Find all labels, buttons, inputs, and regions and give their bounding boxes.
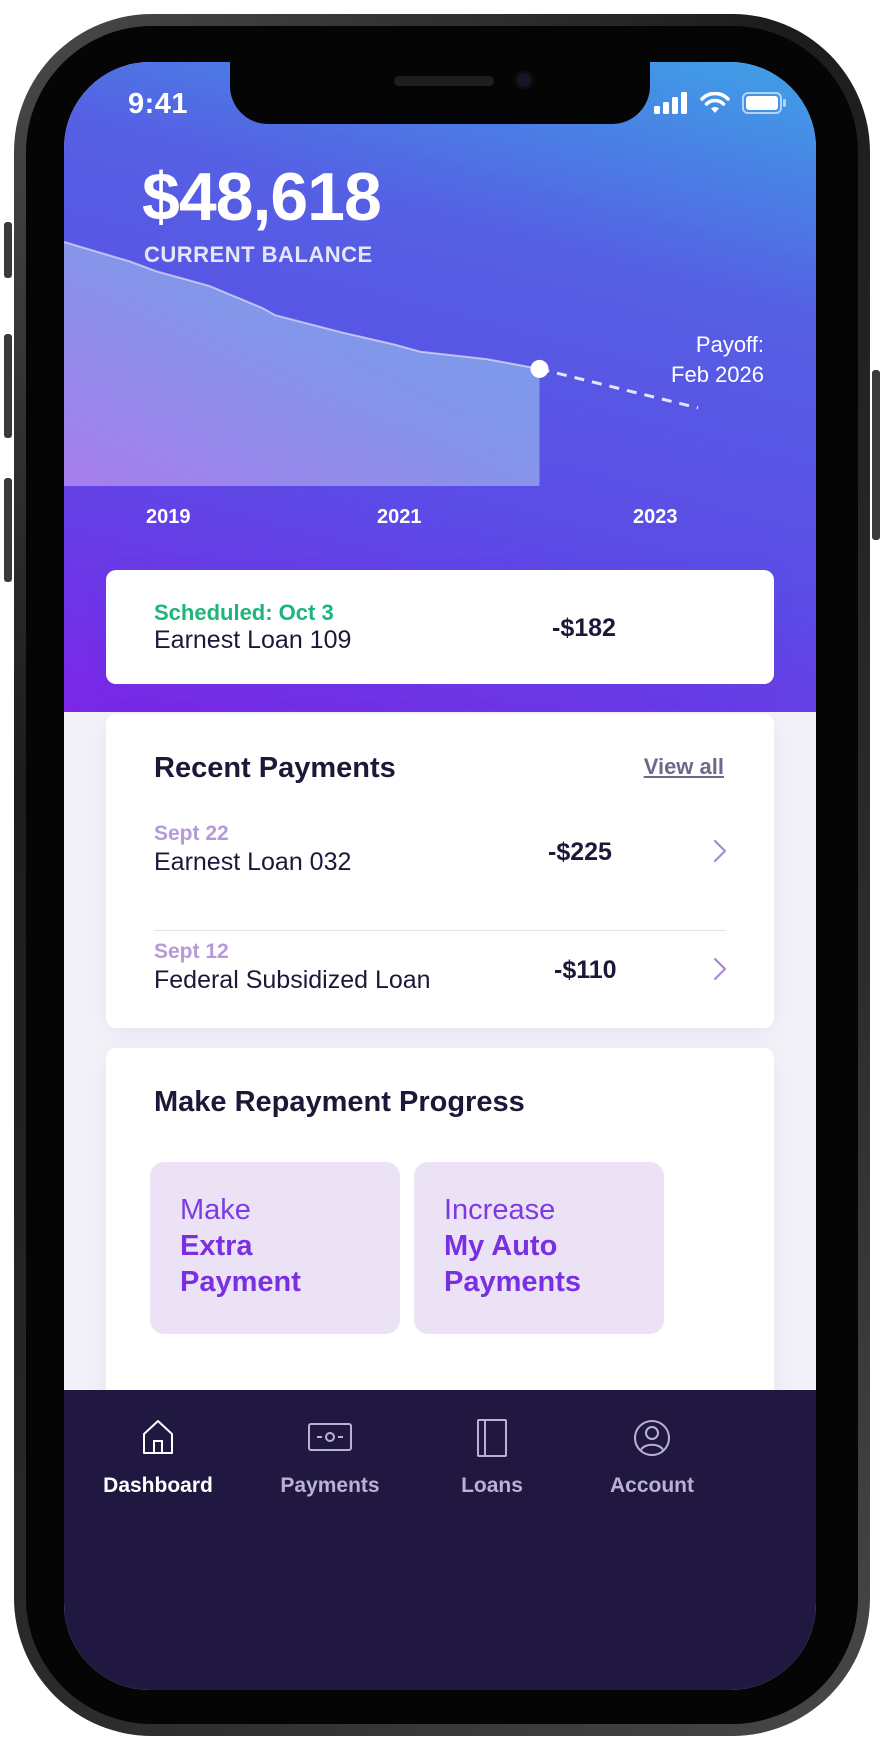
x-tick-2019: 2019 (146, 506, 191, 528)
payment-date: Sept 12 (154, 940, 229, 963)
tile-line-3: Payment (180, 1266, 301, 1298)
volume-down-button (4, 478, 12, 582)
tile-line-3: Payments (444, 1266, 582, 1298)
phone-notch (230, 62, 650, 124)
balance-label: CURRENT BALANCE (144, 242, 373, 267)
view-all-link[interactable]: View all (644, 754, 724, 780)
increase-auto-payments-button[interactable]: Increase My Auto Payments (414, 1162, 664, 1334)
tile-line-2: My Auto (444, 1230, 558, 1262)
balance-area (64, 242, 540, 486)
scheduled-loan-name: Earnest Loan 109 (154, 626, 352, 654)
status-icons (654, 92, 786, 114)
user-circle-icon (634, 1420, 670, 1456)
wifi-icon (700, 92, 730, 113)
power-button (872, 370, 880, 540)
tab-dashboard[interactable]: Dashboard (64, 1390, 252, 1550)
cash-icon (308, 1423, 352, 1451)
app-screen: 9:41 $48,618 CURRENT BALANCE Payoff: Feb… (64, 62, 816, 1690)
recent-payments-card: Recent Payments View all Sept 22 Earnest… (106, 714, 774, 1028)
book-icon (477, 1419, 507, 1457)
balance-amount: $48,618 (142, 159, 382, 235)
x-tick-2023: 2023 (633, 506, 678, 528)
tab-label: Payments (280, 1474, 380, 1497)
home-icon (143, 1420, 173, 1454)
payment-loan-name: Federal Subsidized Loan (154, 966, 431, 994)
payment-amount: -$110 (554, 956, 617, 984)
payment-loan-name: Earnest Loan 032 (154, 848, 352, 876)
tile-line-2: Extra (180, 1230, 253, 1262)
payment-amount: -$225 (548, 838, 612, 866)
x-tick-2021: 2021 (377, 506, 422, 528)
volume-up-button (4, 334, 12, 438)
silent-switch (4, 222, 12, 278)
status-time: 9:41 (128, 88, 189, 120)
payoff-date: Feb 2026 (671, 362, 764, 387)
tab-label: Account (610, 1474, 694, 1497)
chevron-right-icon (713, 839, 727, 863)
tab-bar: Dashboard Payments Loans Account (64, 1390, 816, 1690)
repayment-progress-card: Make Repayment Progress Make Extra Payme… (106, 1048, 774, 1408)
tile-line-1: Make (180, 1194, 251, 1226)
payoff-title: Payoff: (695, 332, 764, 357)
front-camera (514, 70, 534, 90)
tab-label: Dashboard (103, 1474, 213, 1497)
tile-line-1: Increase (444, 1194, 556, 1226)
scheduled-amount: -$182 (552, 614, 616, 642)
tab-account[interactable]: Account (558, 1390, 746, 1550)
chevron-right-icon (713, 957, 727, 981)
battery-icon (742, 92, 786, 114)
make-extra-payment-button[interactable]: Make Extra Payment (150, 1162, 400, 1334)
signal-icon (654, 92, 687, 114)
payment-row[interactable]: Sept 22 Earnest Loan 032 -$225 (106, 808, 774, 926)
speaker-grille (394, 76, 494, 86)
repayment-progress-title: Make Repayment Progress (154, 1086, 525, 1118)
payment-date: Sept 22 (154, 822, 229, 845)
payoff-label: Payoff: Feb 2026 (671, 330, 764, 390)
scheduled-payment-card[interactable]: Scheduled: Oct 3 Earnest Loan 109 -$182 (106, 570, 774, 684)
current-point-marker[interactable] (530, 359, 549, 378)
recent-payments-title: Recent Payments (154, 752, 396, 784)
scheduled-date: Scheduled: Oct 3 (154, 600, 334, 625)
payment-row[interactable]: Sept 12 Federal Subsidized Loan -$110 (106, 926, 774, 1044)
tab-payments[interactable]: Payments (236, 1390, 424, 1550)
